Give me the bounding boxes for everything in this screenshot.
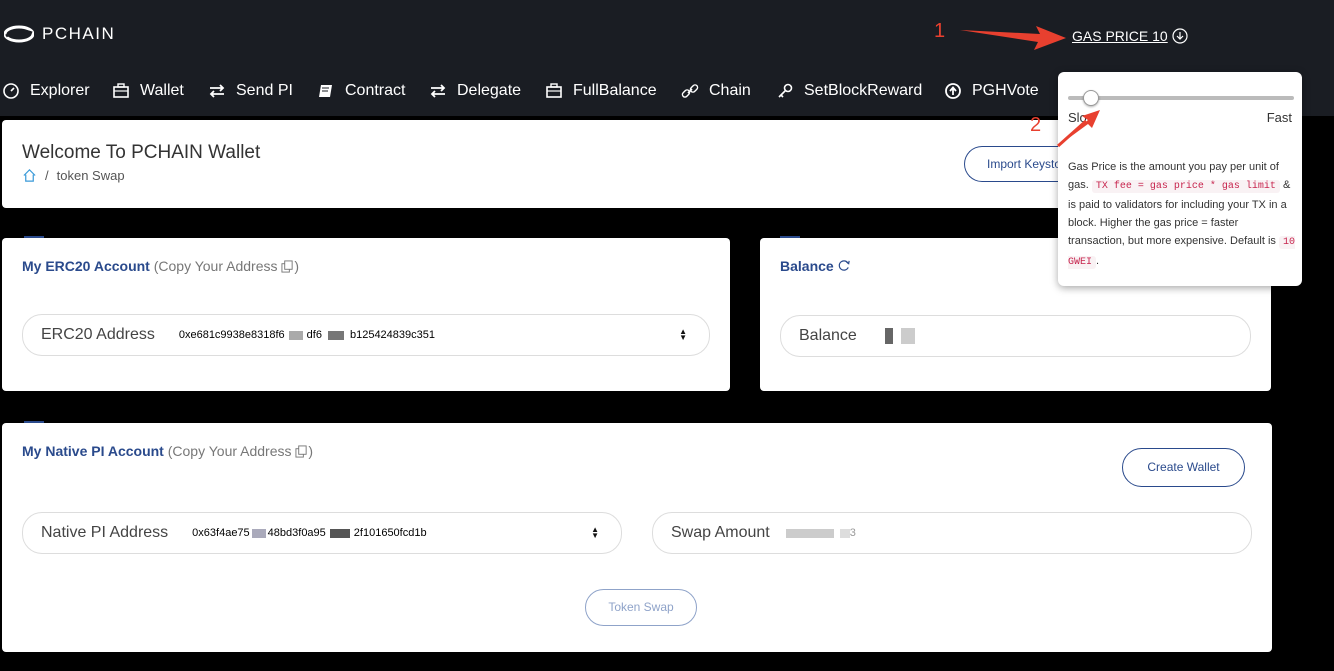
native-title: My Native PI Account <box>22 443 164 459</box>
swap-amount-label: Swap Amount <box>671 524 770 541</box>
refresh-icon[interactable] <box>838 259 851 272</box>
nav-setblockreward[interactable]: SetBlockReward <box>776 82 922 100</box>
card-tab-marker <box>24 236 44 238</box>
redaction-block <box>329 528 350 538</box>
gauge-icon <box>3 83 19 99</box>
native-address-label: Native PI Address <box>41 524 169 541</box>
nav-delegate[interactable]: Delegate <box>429 82 521 100</box>
redaction-block <box>327 330 344 340</box>
nav-send-pi-label: Send PI <box>236 82 293 99</box>
erc20-address-select[interactable]: ERC20 Address 0xe681c9938e8318f6 df6 b1254… <box>22 314 710 356</box>
native-heading: My Native PI Account (Copy Your Address … <box>22 443 313 459</box>
key-icon <box>778 83 793 98</box>
native-address-select[interactable]: Native PI Address 0x63f4ae75 48bd3f0a95 2f… <box>22 512 622 554</box>
annotation-number-1: 1 <box>934 20 946 42</box>
help-code-formula: TX fee = gas price * gas limit <box>1091 180 1280 193</box>
breadcrumb: / token Swap <box>22 168 125 183</box>
breadcrumb-separator: / <box>45 168 49 183</box>
native-address-start: 0x63f4ae75 <box>192 527 250 539</box>
briefcase-icon <box>113 83 129 98</box>
pchain-logo-icon <box>4 25 34 43</box>
nav-setblockreward-label: SetBlockReward <box>804 82 923 99</box>
briefcase-icon <box>546 83 562 98</box>
welcome-card: Welcome To PCHAIN Wallet / token Swap Im… <box>2 120 1114 208</box>
copy-address-text: (Copy Your Address <box>167 443 292 459</box>
book-icon <box>319 85 332 97</box>
balance-title: Balance <box>780 258 834 274</box>
copy-address-link[interactable]: (Copy Your Address ) <box>168 443 313 459</box>
gas-price-toggle[interactable]: GAS PRICE 10 <box>1072 28 1188 44</box>
slider-fast-label: Fast <box>1266 110 1292 125</box>
gas-price-label: GAS PRICE 10 <box>1072 28 1168 44</box>
erc20-title: My ERC20 Account <box>22 258 150 274</box>
brand-name: PCHAIN <box>42 24 116 43</box>
exchange-icon <box>430 84 446 98</box>
copy-address-text: (Copy Your Address <box>153 258 278 274</box>
native-address-value: 0x63f4ae75 48bd3f0a95 2f101650fcd1b <box>192 527 426 539</box>
redaction-block <box>785 528 834 538</box>
redaction-block <box>251 528 266 538</box>
circle-arrow-icon <box>945 83 961 99</box>
swap-amount-value: 3 <box>785 527 856 539</box>
download-circle-icon <box>1172 28 1188 44</box>
nav-pghvote-label: PGHVote <box>972 82 1039 99</box>
annotation-number-2: 2 <box>1030 114 1042 136</box>
nav-explorer[interactable]: Explorer <box>2 82 90 100</box>
create-wallet-button[interactable]: Create Wallet <box>1122 448 1245 487</box>
page-title: Welcome To PCHAIN Wallet <box>22 142 261 163</box>
card-tab-marker <box>780 236 800 238</box>
native-pi-account-card: My Native PI Account (Copy Your Address … <box>2 421 1272 652</box>
breadcrumb-current: token Swap <box>56 168 125 183</box>
erc20-address-value: 0xe681c9938e8318f6 df6 b125424839c351 <box>179 329 435 341</box>
gas-price-popover: Slow Fast Gas Price is the amount you pa… <box>1058 72 1302 286</box>
balance-field: Balance <box>780 315 1251 357</box>
erc20-heading: My ERC20 Account (Copy Your Address ) <box>22 258 299 274</box>
nav-wallet[interactable]: Wallet <box>112 82 184 100</box>
nav-wallet-label: Wallet <box>140 82 184 99</box>
nav-explorer-label: Explorer <box>30 82 90 99</box>
erc20-address-end: b125424839c351 <box>349 329 435 341</box>
nav-contract-label: Contract <box>345 82 406 99</box>
gas-price-slider-thumb[interactable] <box>1082 90 1099 106</box>
nav-delegate-label: Delegate <box>457 82 522 99</box>
top-header: PCHAIN GAS PRICE 10 <box>0 0 1334 72</box>
slider-slow-label: Slow <box>1068 110 1097 125</box>
swap-amount-input[interactable]: Swap Amount 3 <box>652 512 1252 554</box>
nav-fullbalance[interactable]: FullBalance <box>545 82 657 100</box>
copy-address-close: ) <box>294 258 300 274</box>
nav-pghvote[interactable]: PGHVote <box>944 82 1039 100</box>
balance-value-redacted <box>884 327 915 345</box>
copy-icon <box>281 260 293 273</box>
nav-chain[interactable]: Chain <box>681 82 751 100</box>
nav-fullbalance-label: FullBalance <box>573 82 657 99</box>
balance-heading: Balance <box>780 258 851 274</box>
native-address-end: 2f101650fcd1b <box>353 527 427 539</box>
erc20-account-card: My ERC20 Account (Copy Your Address ) ER… <box>2 236 730 391</box>
home-icon[interactable] <box>22 168 37 183</box>
balance-label: Balance <box>799 327 857 344</box>
swap-amount-value-end: 3 <box>849 527 856 539</box>
help-text-3: . <box>1096 255 1100 267</box>
copy-address-close: ) <box>308 443 314 459</box>
brand[interactable]: PCHAIN <box>4 24 115 44</box>
link-icon <box>681 84 699 98</box>
copy-icon <box>295 445 307 458</box>
exchange-icon <box>209 84 225 98</box>
nav-contract[interactable]: Contract <box>317 82 405 100</box>
erc20-address-start: 0xe681c9938e8318f6 <box>178 329 285 341</box>
select-arrows-icon: ▲ ▼ <box>591 525 599 540</box>
redaction-block <box>839 528 850 538</box>
erc20-address-mid: df6 <box>306 329 322 341</box>
select-arrows-icon: ▲ ▼ <box>679 327 687 342</box>
gas-price-slider-track[interactable] <box>1068 96 1294 100</box>
redaction-block <box>288 330 303 340</box>
native-address-mid: 48bd3f0a95 <box>267 527 326 539</box>
gas-price-help-text: Gas Price is the amount you pay per unit… <box>1068 158 1296 272</box>
token-swap-button[interactable]: Token Swap <box>585 589 697 626</box>
copy-address-link[interactable]: (Copy Your Address ) <box>154 258 299 274</box>
erc20-address-label: ERC20 Address <box>41 326 155 343</box>
nav-chain-label: Chain <box>709 82 751 99</box>
nav-send-pi[interactable]: Send PI <box>208 82 293 100</box>
card-tab-marker <box>24 421 44 423</box>
